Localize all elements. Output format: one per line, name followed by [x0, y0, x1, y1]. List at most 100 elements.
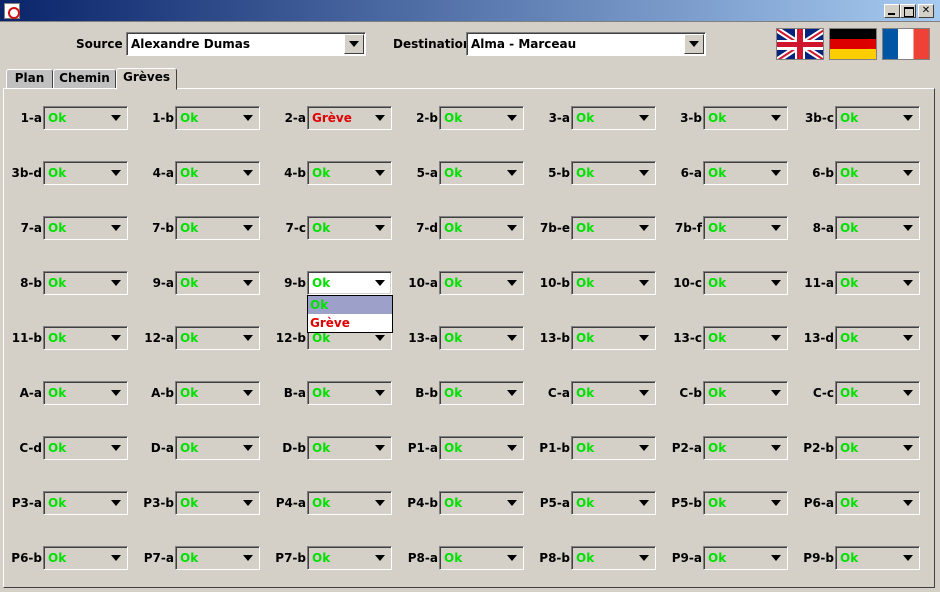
status-combo[interactable]: Ok — [43, 106, 128, 130]
minimize-button[interactable] — [884, 4, 900, 18]
status-combo[interactable]: Ok — [703, 326, 788, 350]
line-label: C-b — [679, 386, 702, 400]
status-combo[interactable]: Ok — [439, 381, 524, 405]
status-combo[interactable]: Ok — [43, 216, 128, 240]
status-combo[interactable]: Grève — [307, 106, 392, 130]
status-combo[interactable]: Ok — [307, 271, 392, 295]
status-combo[interactable]: Ok — [307, 216, 392, 240]
status-value: Ok — [444, 221, 463, 235]
tab-plan[interactable]: Plan — [6, 69, 53, 89]
status-combo[interactable]: Ok — [439, 546, 524, 570]
status-combo[interactable]: Ok — [307, 546, 392, 570]
status-combo[interactable]: Ok — [835, 491, 920, 515]
status-combo[interactable]: Ok — [703, 161, 788, 185]
line-label: 4-a — [152, 166, 174, 180]
tab-greves[interactable]: Grèves — [116, 68, 177, 90]
status-combo[interactable]: Ok — [571, 106, 656, 130]
status-combo[interactable]: Ok — [175, 271, 260, 295]
line-label: 9-b — [284, 276, 306, 290]
status-combo[interactable]: Ok — [439, 491, 524, 515]
status-combo[interactable]: Ok — [571, 326, 656, 350]
line-label: P8-a — [407, 551, 438, 565]
status-combo[interactable]: Ok — [835, 436, 920, 460]
status-combo[interactable]: Ok — [175, 326, 260, 350]
status-combo[interactable]: Ok — [43, 381, 128, 405]
status-combo[interactable]: Ok — [175, 161, 260, 185]
status-value: Ok — [312, 221, 331, 235]
status-combo[interactable]: Ok — [307, 436, 392, 460]
status-value: Ok — [576, 496, 595, 510]
destination-combo[interactable]: Alma - Marceau — [466, 32, 706, 56]
germany-flag-icon[interactable] — [829, 28, 877, 60]
status-combo[interactable]: Ok — [307, 491, 392, 515]
status-combo[interactable]: Ok — [571, 161, 656, 185]
status-combo[interactable]: Ok — [43, 436, 128, 460]
status-combo[interactable]: Ok — [307, 161, 392, 185]
status-combo[interactable]: Ok — [43, 491, 128, 515]
france-flag-icon[interactable] — [882, 28, 930, 60]
status-combo[interactable]: Ok — [439, 161, 524, 185]
status-combo[interactable]: Ok — [835, 326, 920, 350]
status-combo[interactable]: Ok — [43, 271, 128, 295]
line-label: 11-b — [11, 331, 42, 345]
line-label: 7-c — [285, 221, 306, 235]
line-label: C-a — [547, 386, 570, 400]
status-combo[interactable]: Ok — [439, 271, 524, 295]
status-combo[interactable]: Ok — [703, 381, 788, 405]
status-combo[interactable]: Ok — [571, 216, 656, 240]
status-combo[interactable]: Ok — [835, 381, 920, 405]
status-combo[interactable]: Ok — [175, 106, 260, 130]
status-value: Ok — [180, 166, 199, 180]
status-value: Grève — [312, 111, 352, 125]
status-combo[interactable]: Ok — [571, 491, 656, 515]
line-label: 12-b — [275, 331, 306, 345]
dropdown-option-ok[interactable]: Ok — [308, 296, 392, 314]
status-combo[interactable]: Ok — [43, 326, 128, 350]
status-combo[interactable]: Ok — [703, 436, 788, 460]
status-combo[interactable]: Ok — [439, 106, 524, 130]
line-label: 3-b — [680, 111, 702, 125]
status-combo[interactable]: Ok — [43, 161, 128, 185]
status-combo[interactable]: Ok — [571, 436, 656, 460]
status-combo[interactable]: Ok — [439, 436, 524, 460]
status-combo[interactable]: Ok — [175, 216, 260, 240]
status-combo[interactable]: Ok — [703, 216, 788, 240]
status-value: Ok — [576, 551, 595, 565]
status-combo[interactable]: Ok — [175, 546, 260, 570]
chevron-down-icon[interactable] — [684, 34, 704, 54]
status-combo[interactable]: Ok — [835, 271, 920, 295]
status-combo[interactable]: Ok — [43, 546, 128, 570]
line-label: 2-a — [284, 111, 306, 125]
status-combo[interactable]: Ok — [703, 546, 788, 570]
status-combo[interactable]: Ok — [175, 436, 260, 460]
status-value: Ok — [48, 331, 67, 345]
status-combo[interactable]: Ok — [571, 546, 656, 570]
status-combo[interactable]: Ok — [175, 491, 260, 515]
status-value: Ok — [576, 276, 595, 290]
close-button[interactable]: ✕ — [918, 4, 934, 18]
status-combo[interactable]: Ok — [703, 491, 788, 515]
status-combo[interactable]: Ok — [439, 326, 524, 350]
tab-chemin[interactable]: Chemin — [53, 69, 116, 89]
maximize-button[interactable] — [900, 4, 916, 18]
source-combo[interactable]: Alexandre Dumas — [126, 32, 366, 56]
status-combo[interactable]: Ok — [703, 106, 788, 130]
dropdown-option-greve[interactable]: Grève — [308, 314, 392, 332]
status-combo[interactable]: Ok — [835, 546, 920, 570]
status-combo[interactable]: Ok — [439, 216, 524, 240]
status-combo[interactable]: Ok — [571, 271, 656, 295]
status-value: Ok — [48, 551, 67, 565]
status-combo[interactable]: Ok — [175, 381, 260, 405]
status-dropdown-list[interactable]: Ok Grève — [307, 295, 393, 333]
status-combo[interactable]: Ok — [571, 381, 656, 405]
destination-label: Destination — [393, 37, 472, 51]
status-combo[interactable]: Ok — [307, 381, 392, 405]
status-combo[interactable]: Ok — [703, 271, 788, 295]
status-combo[interactable]: Ok — [835, 216, 920, 240]
uk-flag-icon[interactable] — [776, 28, 824, 60]
status-value: Ok — [48, 496, 67, 510]
source-label: Source — [76, 37, 123, 51]
chevron-down-icon[interactable] — [344, 34, 364, 54]
status-combo[interactable]: Ok — [835, 106, 920, 130]
status-combo[interactable]: Ok — [835, 161, 920, 185]
